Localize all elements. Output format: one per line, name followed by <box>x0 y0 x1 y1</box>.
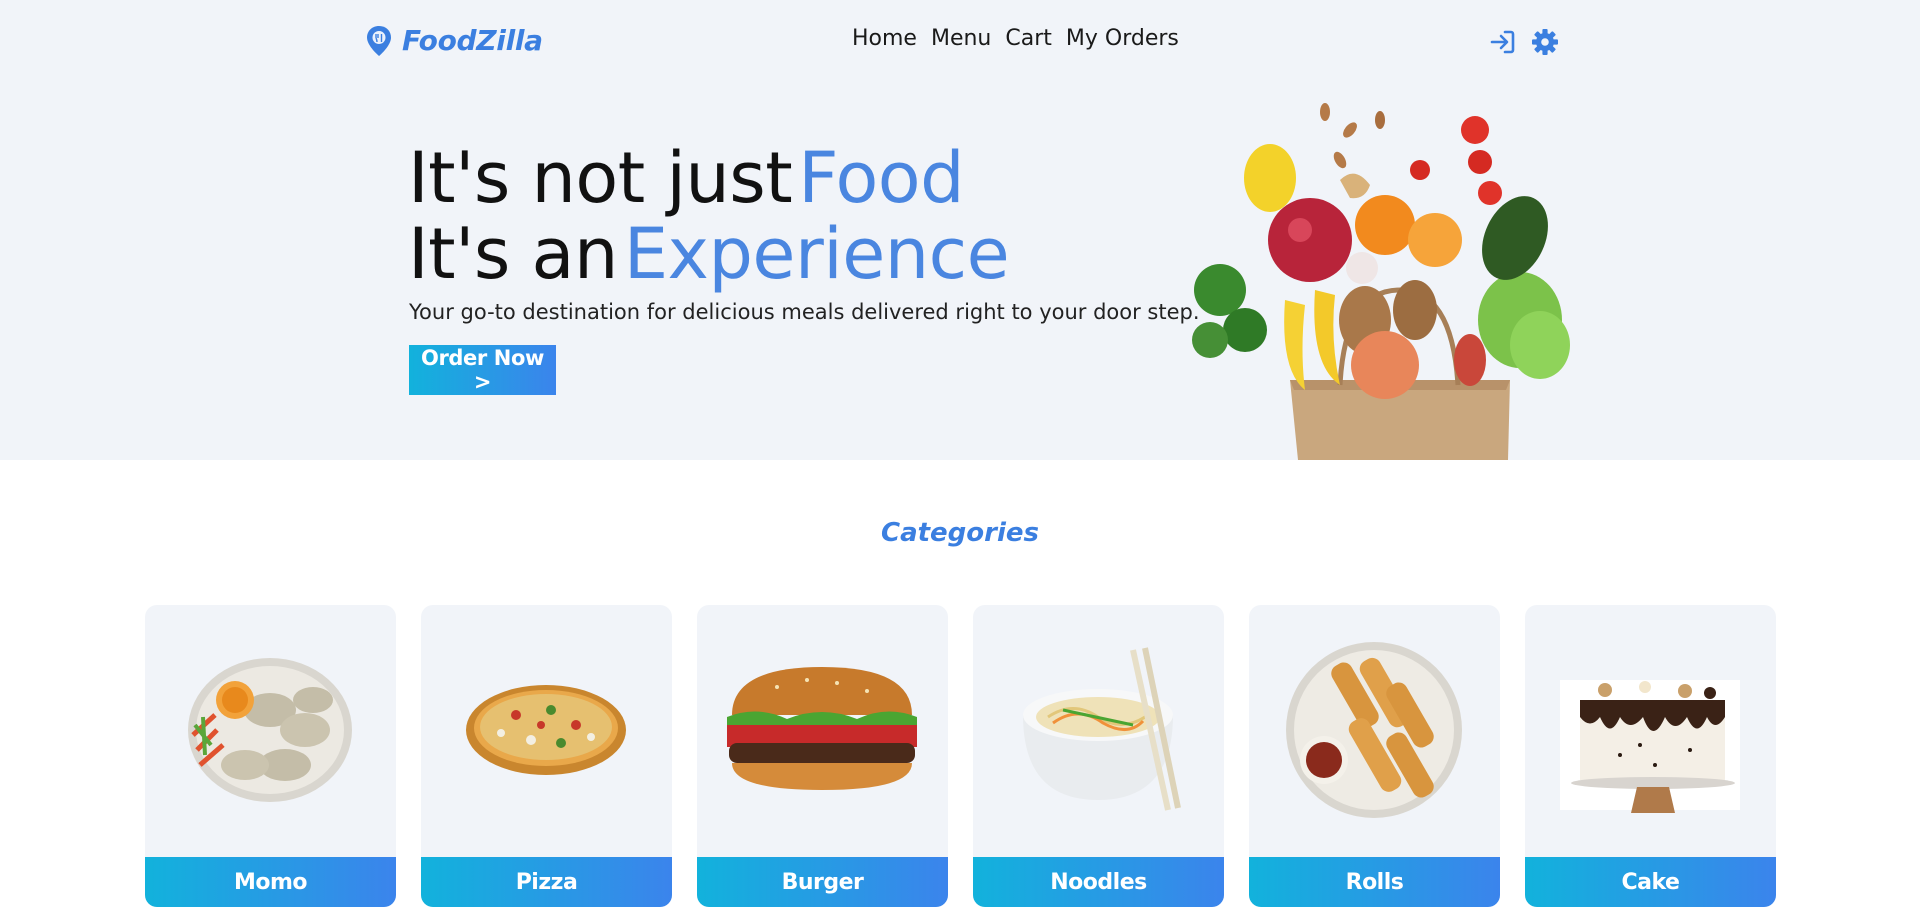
hero-headline: It's not just Food It's an Experience <box>408 140 1010 295</box>
headline-line-1-accent: Food <box>798 137 965 219</box>
grocery-bag-image <box>1192 103 1570 460</box>
nav-icons <box>1489 28 1559 56</box>
category-card-cake[interactable]: Cake <box>1525 605 1776 907</box>
map-pin-icon <box>367 25 391 56</box>
category-card-pizza[interactable]: Pizza <box>421 605 672 907</box>
momo-image <box>188 658 352 802</box>
headline-line-1: It's not just Food <box>408 140 1009 216</box>
hero-tagline: Your go-to destination for delicious mea… <box>409 300 1200 324</box>
categories-title: Categories <box>880 518 1039 548</box>
navbar: FoodZilla Home Menu Cart My Orders <box>0 0 1920 84</box>
category-label-noodles: Noodles <box>973 857 1224 907</box>
headline-line-2: It's an Experience <box>408 213 1010 295</box>
hero-section: FoodZilla Home Menu Cart My Orders It's … <box>0 0 1920 460</box>
category-label-momo: Momo <box>145 857 396 907</box>
category-card-noodles[interactable]: Noodles <box>973 605 1224 907</box>
category-label-rolls: Rolls <box>1249 857 1500 907</box>
rolls-image <box>1286 642 1462 818</box>
category-card-burger[interactable]: Burger <box>697 605 948 907</box>
brand-name: FoodZilla <box>402 24 543 57</box>
category-card-rolls[interactable]: Rolls <box>1249 605 1500 907</box>
category-card-momo[interactable]: Momo <box>145 605 396 907</box>
headline-line-1-prefix: It's not just <box>408 137 793 219</box>
burger-image <box>727 667 917 790</box>
category-label-cake: Cake <box>1525 857 1776 907</box>
nav-link-menu[interactable]: Menu <box>931 26 991 51</box>
categories-grid: Momo Pizza Burger Noodles Rolls Cake <box>145 605 1776 907</box>
headline-line-2-prefix: It's an <box>408 213 618 295</box>
pizza-image <box>466 685 626 775</box>
brand-logo[interactable]: FoodZilla <box>366 24 543 57</box>
category-label-burger: Burger <box>697 857 948 907</box>
gear-icon[interactable] <box>1531 28 1559 56</box>
nav-link-my-orders[interactable]: My Orders <box>1066 26 1179 51</box>
headline-line-2-accent: Experience <box>623 213 1010 295</box>
noodles-image <box>1023 647 1181 811</box>
login-icon[interactable] <box>1489 28 1517 56</box>
nav-links: Home Menu Cart My Orders <box>852 26 1179 51</box>
cake-image <box>1560 680 1740 813</box>
category-label-pizza: Pizza <box>421 857 672 907</box>
order-now-button[interactable]: Order Now > <box>409 345 556 395</box>
nav-link-home[interactable]: Home <box>852 26 917 51</box>
nav-link-cart[interactable]: Cart <box>1005 26 1052 51</box>
